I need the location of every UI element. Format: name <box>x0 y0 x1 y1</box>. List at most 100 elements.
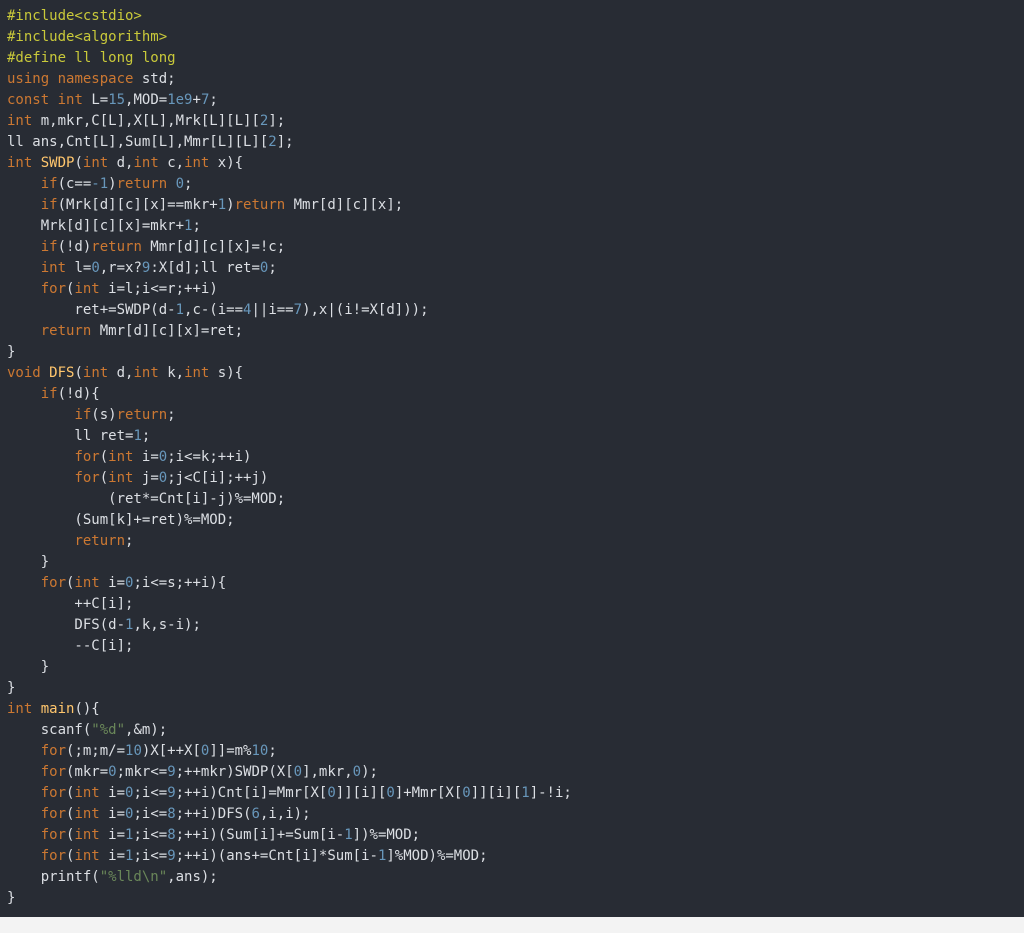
code-line: for(int j=0;j<C[i];++j) <box>0 468 1024 489</box>
code-token: for <box>40 575 67 591</box>
code-token: ,k,s-i); <box>133 617 201 633</box>
code-token: for <box>40 281 67 297</box>
code-token: 0 <box>91 260 100 276</box>
code-token: int <box>74 281 100 297</box>
code-token: i= <box>99 806 126 822</box>
code-token: ret+=SWDP(d- <box>7 302 176 318</box>
code-token: )X[++X[ <box>141 743 201 759</box>
code-line: printf("%lld\n",ans); <box>0 867 1024 888</box>
code-editor[interactable]: #include<cstdio> #include<algorithm> #defi… <box>0 0 1024 917</box>
code-token: ;mkr<= <box>116 764 168 780</box>
code-token: 1e9 <box>167 92 193 108</box>
code-token: int <box>40 260 67 276</box>
code-token: 0 <box>108 764 117 780</box>
code-token: if <box>40 239 58 255</box>
code-line: ++C[i]; <box>0 594 1024 615</box>
code-token: return <box>40 323 92 339</box>
code-token: DFS <box>49 365 75 381</box>
code-line: if(Mrk[d][c][x]==mkr+1)return Mmr[d][c][… <box>0 195 1024 216</box>
code-line: const int L=15,MOD=1e9+7; <box>0 90 1024 111</box>
code-line: DFS(d-1,k,s-i); <box>0 615 1024 636</box>
code-token: 2 <box>268 134 277 150</box>
code-token: return <box>74 533 126 549</box>
code-token: ;i<=s;++i){ <box>133 575 227 591</box>
code-token: j= <box>133 470 159 486</box>
code-token: 0 <box>175 176 185 192</box>
code-token: ,i,i); <box>259 806 311 822</box>
code-token: Mmr[d][c][x]; <box>285 197 404 213</box>
code-token: #include<cstdio> <box>7 8 142 24</box>
code-line: for(int i=0;i<=9;++i)Cnt[i]=Mmr[X[0]][i]… <box>0 783 1024 804</box>
code-token: 10 <box>125 743 142 759</box>
code-token: int <box>74 575 100 591</box>
code-token: ],mkr, <box>302 764 353 780</box>
code-token: ; <box>268 260 277 276</box>
code-token: ); <box>361 764 378 780</box>
code-token: 9 <box>167 764 176 780</box>
code-token: ; <box>141 428 151 444</box>
code-token: namespace <box>57 71 134 87</box>
code-token: 1 <box>133 428 142 444</box>
code-token: ++C[i]; <box>7 596 134 612</box>
code-token: m,mkr,C[L],X[L],Mrk[L][L][ <box>32 113 260 129</box>
code-token: ;j<C[i];++j) <box>167 470 269 486</box>
code-token: int <box>184 155 210 171</box>
code-line: } <box>0 678 1024 699</box>
code-token: 1 <box>217 197 227 213</box>
code-line: void DFS(int d,int k,int s){ <box>0 363 1024 384</box>
code-token: 8 <box>167 806 176 822</box>
code-token: } <box>7 659 50 675</box>
code-token: + <box>192 92 201 108</box>
code-token: ),x|(i!=X[d])); <box>302 302 429 318</box>
code-token: #include<algorithm> <box>7 29 168 45</box>
code-line: return; <box>0 531 1024 552</box>
code-token: d, <box>108 365 134 381</box>
code-token: ;++i)(Sum[i]+=Sum[i- <box>175 827 345 843</box>
code-token: ; <box>125 533 134 549</box>
code-line: for(int i=1;i<=8;++i)(Sum[i]+=Sum[i-1])%… <box>0 825 1024 846</box>
code-line: int SWDP(int d,int c,int x){ <box>0 153 1024 174</box>
code-token: for <box>40 827 67 843</box>
code-token: ]%MOD)%=MOD; <box>386 848 488 864</box>
code-token: (!d) <box>57 239 92 255</box>
code-token: ;++mkr)SWDP(X[ <box>175 764 294 780</box>
code-token: ]][i][ <box>335 785 387 801</box>
code-token: return <box>116 407 168 423</box>
code-line: } <box>0 342 1024 363</box>
code-token: } <box>7 344 16 360</box>
code-token: i= <box>99 785 126 801</box>
code-token: ]-!i; <box>529 785 572 801</box>
code-token: i= <box>99 575 126 591</box>
code-token: (!d){ <box>57 386 100 402</box>
code-token: ;++i)Cnt[i]=Mmr[X[ <box>175 785 328 801</box>
code-token: (Sum[k]+=ret)%=MOD; <box>7 512 235 528</box>
code-token: (c== <box>57 176 92 192</box>
code-token: for <box>40 764 67 780</box>
code-token: ;i<= <box>133 848 168 864</box>
code-token: i= <box>99 848 126 864</box>
code-token: for <box>40 743 67 759</box>
code-token: 10 <box>251 743 269 759</box>
code-token: d, <box>108 155 134 171</box>
code-token: ; <box>184 176 193 192</box>
code-token: printf( <box>7 869 100 885</box>
code-line: #include<algorithm> <box>0 27 1024 48</box>
code-token: ]][i][ <box>470 785 522 801</box>
code-token: ,MOD= <box>125 92 168 108</box>
code-token: (Mrk[d][c][x]==mkr+ <box>57 197 218 213</box>
code-token: "%d" <box>91 722 126 738</box>
code-line: for(int i=1;i<=9;++i)(ans+=Cnt[i]*Sum[i-… <box>0 846 1024 867</box>
code-token: ]; <box>276 134 294 150</box>
code-token: ,&m); <box>125 722 168 738</box>
code-line: for(int i=0;i<=s;++i){ <box>0 573 1024 594</box>
